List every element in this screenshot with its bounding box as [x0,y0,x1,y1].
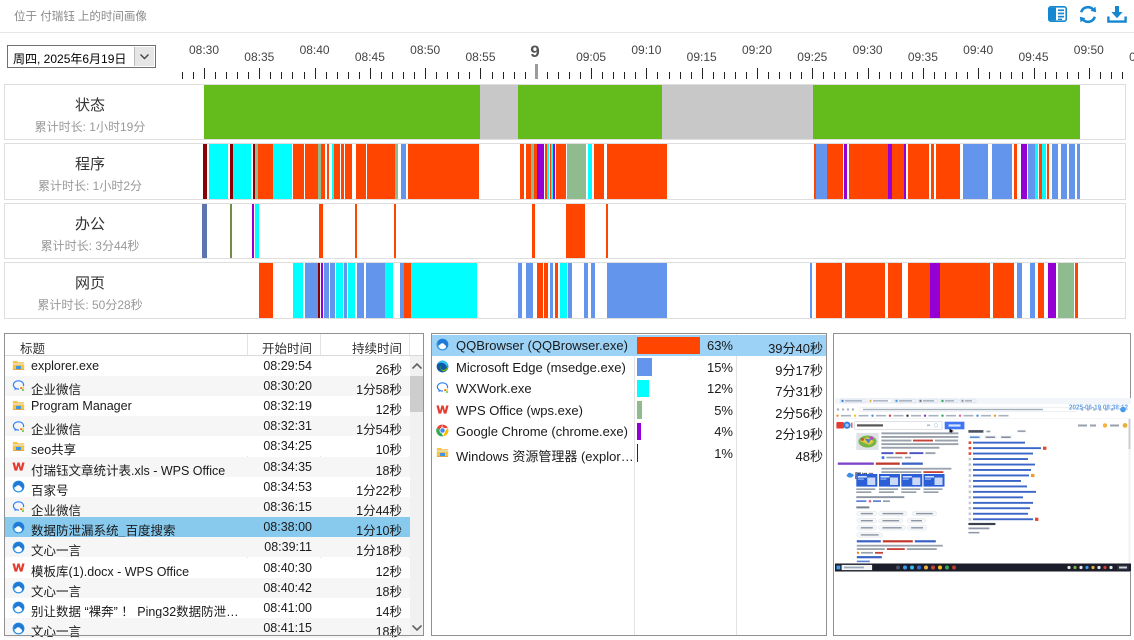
svg-text:2025-06-19 08:38:12: 2025-06-19 08:38:12 [1069,402,1128,411]
